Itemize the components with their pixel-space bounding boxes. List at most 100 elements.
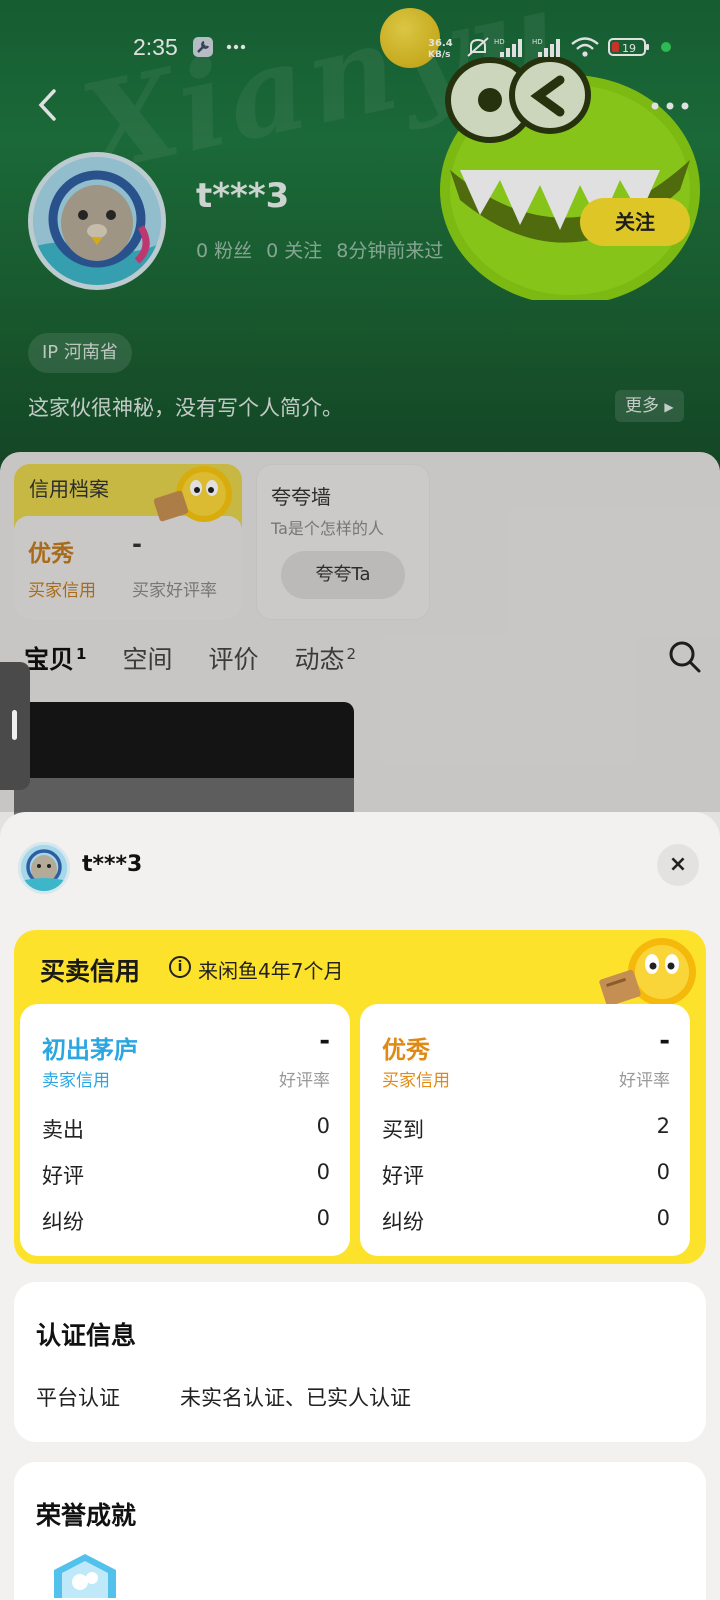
tab-space-label: 空间	[122, 645, 173, 674]
tab-activity-label: 动态	[294, 645, 345, 674]
praise-wall-card[interactable]: 夸夸墙 Ta是个怎样的人 夸夸Ta	[256, 464, 430, 620]
buyer-rate-sheet: -	[659, 1026, 670, 1056]
row-label: 纠纷	[382, 1210, 424, 1234]
certification-title: 认证信息	[36, 1321, 137, 1350]
honor-title: 荣誉成就	[36, 1501, 137, 1530]
profile-stats: 0 粉丝 0 关注 8分钟前来过	[196, 236, 443, 263]
item-thumbnail[interactable]	[14, 702, 354, 822]
svg-text:HD: HD	[532, 38, 543, 46]
seller-rate-label: 好评率	[279, 1071, 330, 1091]
wrench-icon	[193, 37, 213, 57]
row-label: 卖出	[42, 1118, 84, 1142]
seal-avatar-icon	[33, 157, 161, 285]
seller-rate: -	[319, 1026, 330, 1056]
seller-row-good: 好评 0	[42, 1160, 330, 1190]
trade-credit-title: 买卖信用	[40, 957, 141, 986]
info-icon[interactable]: i	[169, 956, 191, 978]
more-label: 更多	[625, 396, 659, 416]
buyer-row-bought: 买到 2	[382, 1114, 670, 1144]
follow-button[interactable]: 关注	[580, 198, 690, 246]
row-value: 0	[656, 1160, 670, 1184]
trade-credit-panel: 买卖信用 i 来闲鱼4年7个月 初出茅庐 卖家信用 - 好评率 卖出 0 好评 …	[14, 930, 706, 1264]
avatar[interactable]	[28, 152, 166, 290]
more-options-icon[interactable]	[650, 98, 690, 114]
praise-wall-title: 夸夸墙	[271, 485, 331, 509]
buyer-rate: -	[132, 530, 142, 558]
privacy-dot	[661, 42, 671, 52]
platform-cert-label: 平台认证	[36, 1386, 120, 1410]
side-drawer-handle[interactable]	[0, 662, 30, 790]
tab-reviews-label: 评价	[208, 645, 259, 674]
buyer-row-dispute: 纠纷 0	[382, 1206, 670, 1236]
credit-bottom-sheet: t***3 × 买卖信用 i 来闲鱼4年7个月 初出茅庐 卖家信用 - 好评率 …	[0, 812, 720, 1600]
signal-hd-icon: HD	[494, 38, 522, 57]
bio-more-button[interactable]: 更多 ▶	[615, 390, 684, 422]
row-label: 好评	[42, 1164, 84, 1188]
buyer-rate-label: 买家好评率	[132, 581, 217, 601]
certification-card: 认证信息 平台认证 未实名认证、已实人认证	[14, 1282, 706, 1442]
svg-text:KB/s: KB/s	[428, 50, 450, 58]
sheet-username: t***3	[82, 852, 143, 877]
seller-grade-label: 卖家信用	[42, 1071, 110, 1091]
platform-cert-value: 未实名认证、已实人认证	[180, 1386, 411, 1410]
praise-wall-subtitle: Ta是个怎样的人	[271, 519, 384, 538]
profile-content: 信用档案 优秀 买家信用 - 买家好评率 夸夸墙 Ta是个怎样的人 夸夸Ta 宝…	[0, 452, 720, 872]
tab-items-label: 宝贝	[24, 645, 75, 674]
seller-row-dispute: 纠纷 0	[42, 1206, 330, 1236]
back-arrow-icon[interactable]	[32, 88, 66, 122]
bio-text: 这家伙很神秘，没有写个人简介。	[28, 396, 343, 420]
ip-location-chip: IP 河南省	[28, 333, 132, 373]
wifi-icon	[571, 37, 599, 57]
buyer-grade-sheet: 优秀	[382, 1036, 430, 1064]
row-label: 好评	[382, 1164, 424, 1188]
search-icon[interactable]	[668, 640, 702, 674]
status-bar: 2:35 36.4 KB/s HD HD 19	[0, 0, 720, 96]
mute-icon	[467, 37, 489, 57]
more-notifications-icon	[226, 44, 246, 50]
buyer-grade: 优秀	[28, 541, 74, 567]
seller-credit-box: 初出茅庐 卖家信用 - 好评率 卖出 0 好评 0 纠纷 0	[20, 1004, 350, 1256]
buyer-grade-label: 买家信用	[28, 581, 96, 601]
last-seen: 8分钟前来过	[336, 240, 444, 262]
profile-tabs: 宝贝 1 空间 评价 动态 2	[24, 640, 392, 682]
net-speed-icon: 36.4 KB/s	[428, 38, 453, 58]
buyer-rate-label-sheet: 好评率	[619, 1071, 670, 1091]
tab-space[interactable]: 空间	[122, 640, 172, 680]
row-value: 0	[316, 1206, 330, 1230]
seal-avatar-small-icon	[21, 845, 67, 891]
buyer-row-good: 好评 0	[382, 1160, 670, 1190]
row-value: 0	[316, 1114, 330, 1138]
tab-activity-count: 2	[346, 644, 357, 663]
sun-mascot-icon	[153, 466, 232, 522]
tab-items[interactable]: 宝贝 1	[24, 640, 87, 682]
buyer-grade-label-sheet: 买家信用	[382, 1071, 450, 1091]
username: t***3	[196, 176, 290, 216]
fans-count[interactable]: 0 粉丝	[196, 236, 252, 263]
row-value: 2	[656, 1114, 670, 1138]
seller-grade: 初出茅庐	[42, 1036, 138, 1064]
profile-header: Xianyu 2:35 36.4 KB/s HD HD 19 t***3 0 粉…	[0, 0, 720, 470]
seller-row-sold: 卖出 0	[42, 1114, 330, 1144]
row-label: 纠纷	[42, 1210, 84, 1234]
honor-badge-icon[interactable]	[50, 1552, 120, 1598]
praise-button[interactable]: 夸夸Ta	[281, 551, 405, 599]
following-count[interactable]: 0 关注	[266, 236, 322, 263]
caret-right-icon: ▶	[664, 400, 674, 414]
close-icon[interactable]: ×	[657, 844, 699, 886]
tab-reviews[interactable]: 评价	[208, 640, 258, 680]
sheet-avatar	[18, 842, 70, 894]
honor-card: 荣誉成就	[14, 1462, 706, 1600]
member-since: 来闲鱼4年7个月	[198, 959, 344, 983]
tab-activity[interactable]: 动态 2	[294, 640, 356, 680]
signal-hd-icon-2: HD	[532, 38, 560, 57]
buyer-credit-box: 优秀 买家信用 - 好评率 买到 2 好评 0 纠纷 0	[360, 1004, 690, 1256]
row-value: 0	[316, 1160, 330, 1184]
row-value: 0	[656, 1206, 670, 1230]
credit-card-body: 优秀 买家信用 - 买家好评率	[14, 516, 242, 620]
tab-items-count: 1	[76, 644, 87, 663]
status-time: 2:35	[133, 34, 178, 60]
battery-icon: 19	[608, 38, 649, 56]
svg-text:19: 19	[622, 42, 636, 55]
sun-mascot-large-icon	[599, 938, 696, 1007]
row-label: 买到	[382, 1118, 424, 1142]
